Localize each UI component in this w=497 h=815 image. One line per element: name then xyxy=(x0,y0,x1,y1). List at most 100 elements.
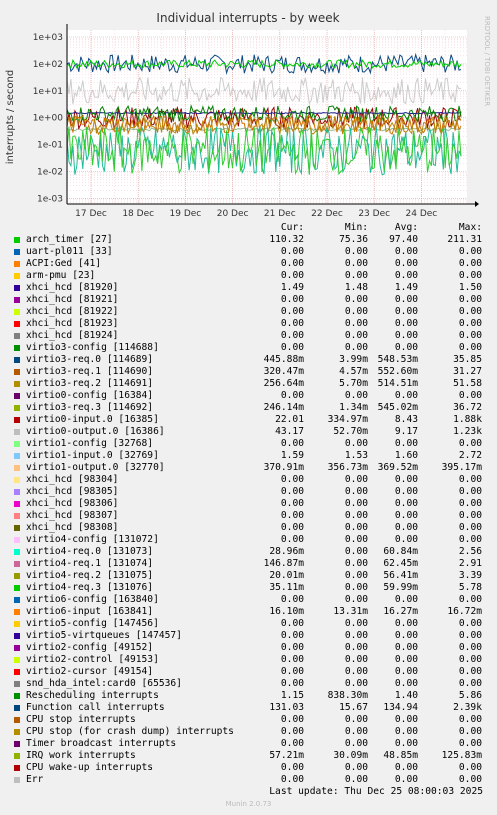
legend-series-name: xhci_hcd [81922] xyxy=(26,306,119,317)
munin-graph: Individual interrupts - by week interrupt… xyxy=(0,0,497,815)
legend-avg-value: 0.00 xyxy=(394,714,418,725)
x-tick-label: 17 Dec xyxy=(75,209,107,219)
legend-swatch xyxy=(14,453,20,459)
legend-max-value: 0.00 xyxy=(458,762,482,773)
legend-series-name: Function call interrupts xyxy=(26,702,165,713)
legend-series-name: xhci_hcd [81920] xyxy=(26,282,119,293)
legend-avg-value: 0.00 xyxy=(394,762,418,773)
legend-series-name: xhci_hcd [81923] xyxy=(26,318,119,329)
legend-avg-value: 0.00 xyxy=(394,510,418,521)
legend-series-name: xhci_hcd [98304] xyxy=(26,474,119,485)
legend-series-name: virtio1-input.0 [32769] xyxy=(26,450,159,461)
legend-cur-value: 0.00 xyxy=(280,318,304,329)
legend-swatch xyxy=(14,441,20,447)
y-tick-label: 1e-02 xyxy=(37,168,63,178)
legend-max-value: 1.23k xyxy=(453,426,482,437)
legend-swatch xyxy=(14,717,20,723)
legend-max-value: 0.00 xyxy=(458,474,482,485)
legend-row: CPU stop interrupts 0.00 0.00 0.00 0.00 xyxy=(0,714,497,726)
legend-swatch xyxy=(14,489,20,495)
legend-avg-value: 369.52m xyxy=(377,462,418,473)
legend-row: virtio5-virtqueues [147457] 0.00 0.00 0.00 0… xyxy=(0,630,497,642)
legend-max-value: 3.39 xyxy=(458,570,482,581)
legend-series-name: virtio6-config [163840] xyxy=(26,594,159,605)
legend-avg-value: 9.17 xyxy=(394,426,418,437)
legend-row: virtio3-req.2 [114691] 256.64m 5.70m 514.51… xyxy=(0,378,497,390)
legend-avg-value: 1.40 xyxy=(394,690,418,701)
legend-avg-value: 97.40 xyxy=(389,234,418,245)
legend-swatch xyxy=(14,729,20,735)
legend-swatch xyxy=(14,633,20,639)
legend-avg-value: 0.00 xyxy=(394,474,418,485)
legend-cur-value: 0.00 xyxy=(280,774,304,785)
legend-row: snd_hda_intel:card0 [65536] 0.00 0.00 0.00 0… xyxy=(0,678,497,690)
chart-title: Individual interrupts - by week xyxy=(156,11,339,25)
legend-cur-value: 131.03 xyxy=(269,702,304,713)
legend-swatch xyxy=(14,369,20,375)
legend-cur-value: 0.00 xyxy=(280,246,304,257)
legend-swatch xyxy=(14,669,20,675)
legend-series-name: virtio1-config [32768] xyxy=(26,438,154,449)
legend-cur-value: 16.10m xyxy=(269,606,304,617)
legend-avg-value: 48.85m xyxy=(383,750,418,761)
legend-swatch xyxy=(14,657,20,663)
y-tick-label: 1e-03 xyxy=(37,194,63,204)
legend-cur-value: 246.14m xyxy=(263,402,304,413)
legend-avg-value: 0.00 xyxy=(394,258,418,269)
legend-max-value: 0.00 xyxy=(458,486,482,497)
legend-cur-value: 0.00 xyxy=(280,738,304,749)
legend-series-name: virtio2-cursor [49154] xyxy=(26,666,154,677)
legend-cur-value: 0.00 xyxy=(280,594,304,605)
legend-cur-value: 445.88m xyxy=(263,354,304,365)
legend-cur-value: 0.00 xyxy=(280,510,304,521)
legend-max-value: 0.00 xyxy=(458,666,482,677)
legend-avg-value: 134.94 xyxy=(383,702,418,713)
legend-series-name: xhci_hcd [98305] xyxy=(26,486,119,497)
legend-row: xhci_hcd [98308] 0.00 0.00 0.00 0.00 xyxy=(0,522,497,534)
legend-series-name: virtio2-config [49152] xyxy=(26,642,154,653)
legend-row: xhci_hcd [98307] 0.00 0.00 0.00 0.00 xyxy=(0,510,497,522)
legend-row: virtio2-cursor [49154] 0.00 0.00 0.00 0.00 xyxy=(0,666,497,678)
x-tick-label: 21 Dec xyxy=(264,209,296,219)
legend-max-value: 2.72 xyxy=(458,450,482,461)
legend-max-value: 0.00 xyxy=(458,438,482,449)
legend-swatch xyxy=(14,525,20,531)
legend-series-name: virtio4-req.3 [131076] xyxy=(26,582,154,593)
legend-swatch xyxy=(14,549,20,555)
legend-cur-value: 57.21m xyxy=(269,750,304,761)
legend-row: xhci_hcd [81922] 0.00 0.00 0.00 0.00 xyxy=(0,306,497,318)
legend-header-max: Max: xyxy=(458,222,482,233)
legend-avg-value: 514.51m xyxy=(377,378,418,389)
legend-cur-value: 0.00 xyxy=(280,762,304,773)
legend-row: xhci_hcd [81921] 0.00 0.00 0.00 0.00 xyxy=(0,294,497,306)
legend-cur-value: 0.00 xyxy=(280,654,304,665)
legend-series-name: virtio3-req.1 [114690] xyxy=(26,366,154,377)
legend-cur-value: 0.00 xyxy=(280,726,304,737)
legend-avg-value: 0.00 xyxy=(394,246,418,257)
legend-max-value: 0.00 xyxy=(458,498,482,509)
legend-swatch xyxy=(14,405,20,411)
legend-avg-value: 548.53m xyxy=(377,354,418,365)
legend-cur-value: 22.01 xyxy=(275,414,304,425)
legend-max-value: 0.00 xyxy=(458,510,482,521)
legend-max-value: 0.00 xyxy=(458,258,482,269)
legend-cur-value: 370.91m xyxy=(263,462,304,473)
legend-avg-value: 60.84m xyxy=(383,546,418,557)
y-axis-label: interrupts / second xyxy=(5,70,16,164)
legend-header-avg: Avg: xyxy=(394,222,418,233)
legend-series-name: IRQ work interrupts xyxy=(26,750,136,761)
legend-max-value: 0.00 xyxy=(458,654,482,665)
legend-avg-value: 0.00 xyxy=(394,294,418,305)
legend-avg-value: 0.00 xyxy=(394,342,418,353)
legend-max-value: 0.00 xyxy=(458,774,482,785)
legend-max-value: 0.00 xyxy=(458,318,482,329)
legend-max-value: 1.50 xyxy=(458,282,482,293)
legend-cur-value: 0.00 xyxy=(280,306,304,317)
legend-cur-value: 0.00 xyxy=(280,666,304,677)
x-tick-label: 20 Dec xyxy=(217,209,249,219)
legend-max-value: 2.56 xyxy=(458,546,482,557)
legend-max-value: 35.85 xyxy=(453,354,482,365)
legend-max-value: 1.88k xyxy=(453,414,482,425)
legend-cur-value: 110.32 xyxy=(269,234,304,245)
legend-swatch xyxy=(14,645,20,651)
